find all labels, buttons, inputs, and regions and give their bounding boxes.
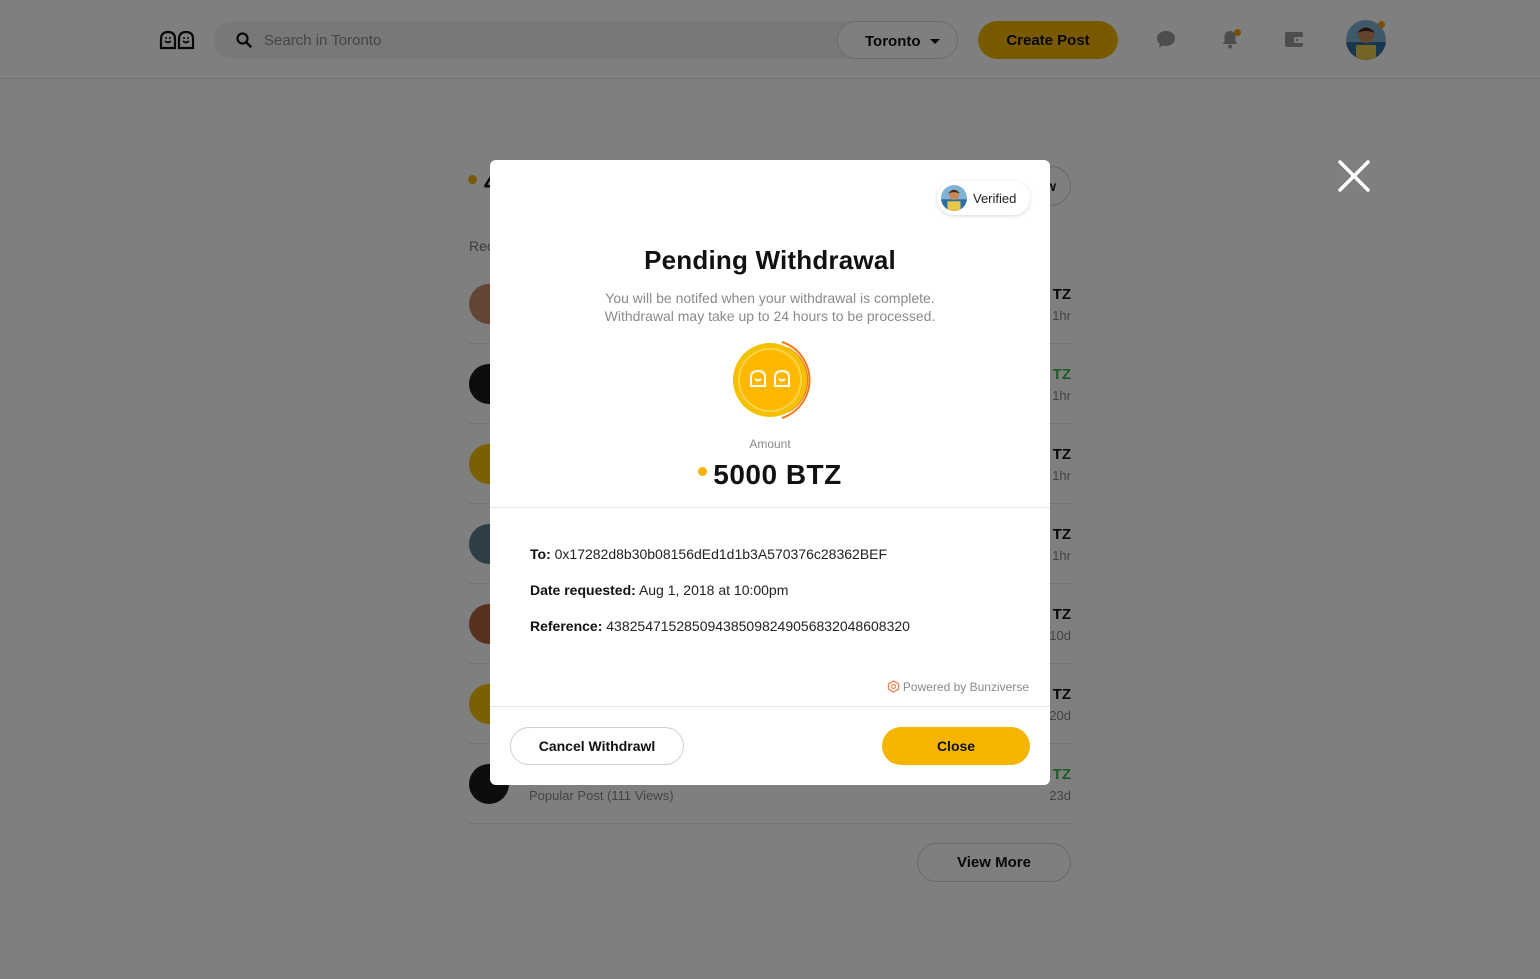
avatar	[941, 185, 967, 211]
amount-label: Amount	[749, 437, 791, 451]
powered-by: Powered by Bunziverse	[887, 680, 1029, 694]
amount-display: 5000 BTZ	[490, 459, 1050, 491]
pending-withdrawal-modal: Verified Pending Withdrawal You will be …	[490, 160, 1050, 785]
reference-row: Reference: 43825471528509438509824905683…	[530, 618, 910, 634]
divider	[490, 507, 1050, 508]
divider	[490, 706, 1050, 707]
token-dot	[698, 467, 708, 476]
verified-label: Verified	[973, 191, 1017, 206]
date-requested-row: Date requested: Aug 1, 2018 at 10:00pm	[530, 582, 788, 598]
close-icon[interactable]	[1336, 158, 1372, 194]
reference-label: Reference:	[530, 618, 603, 634]
cancel-withdrawal-button[interactable]: Cancel Withdrawl	[510, 727, 684, 765]
amount-value: 5000 BTZ	[713, 459, 842, 490]
reference-value: 438254715285094385098249056832048608320	[606, 618, 910, 634]
bunziverse-logo-icon	[887, 680, 900, 693]
subtitle-line-1: You will be notifed when your withdrawal…	[605, 290, 935, 306]
close-button[interactable]: Close	[882, 727, 1030, 765]
to-value: 0x17282d8b30b08156dEd1d1b3A570376c28362B…	[554, 546, 888, 562]
to-address-row: To: 0x17282d8b30b08156dEd1d1b3A570376c28…	[530, 546, 887, 562]
to-label: To:	[530, 546, 551, 562]
modal-title: Pending Withdrawal	[644, 245, 896, 275]
date-label: Date requested:	[530, 582, 636, 598]
subtitle-line-2: Withdrawal may take up to 24 hours to be…	[604, 308, 936, 324]
powered-by-label: Powered by Bunziverse	[902, 680, 1029, 694]
verified-badge: Verified	[937, 181, 1030, 215]
coin-icon	[733, 341, 811, 419]
date-value: Aug 1, 2018 at 10:00pm	[638, 582, 789, 598]
modal-subtitle: You will be notifed when your withdrawal…	[490, 289, 1050, 325]
